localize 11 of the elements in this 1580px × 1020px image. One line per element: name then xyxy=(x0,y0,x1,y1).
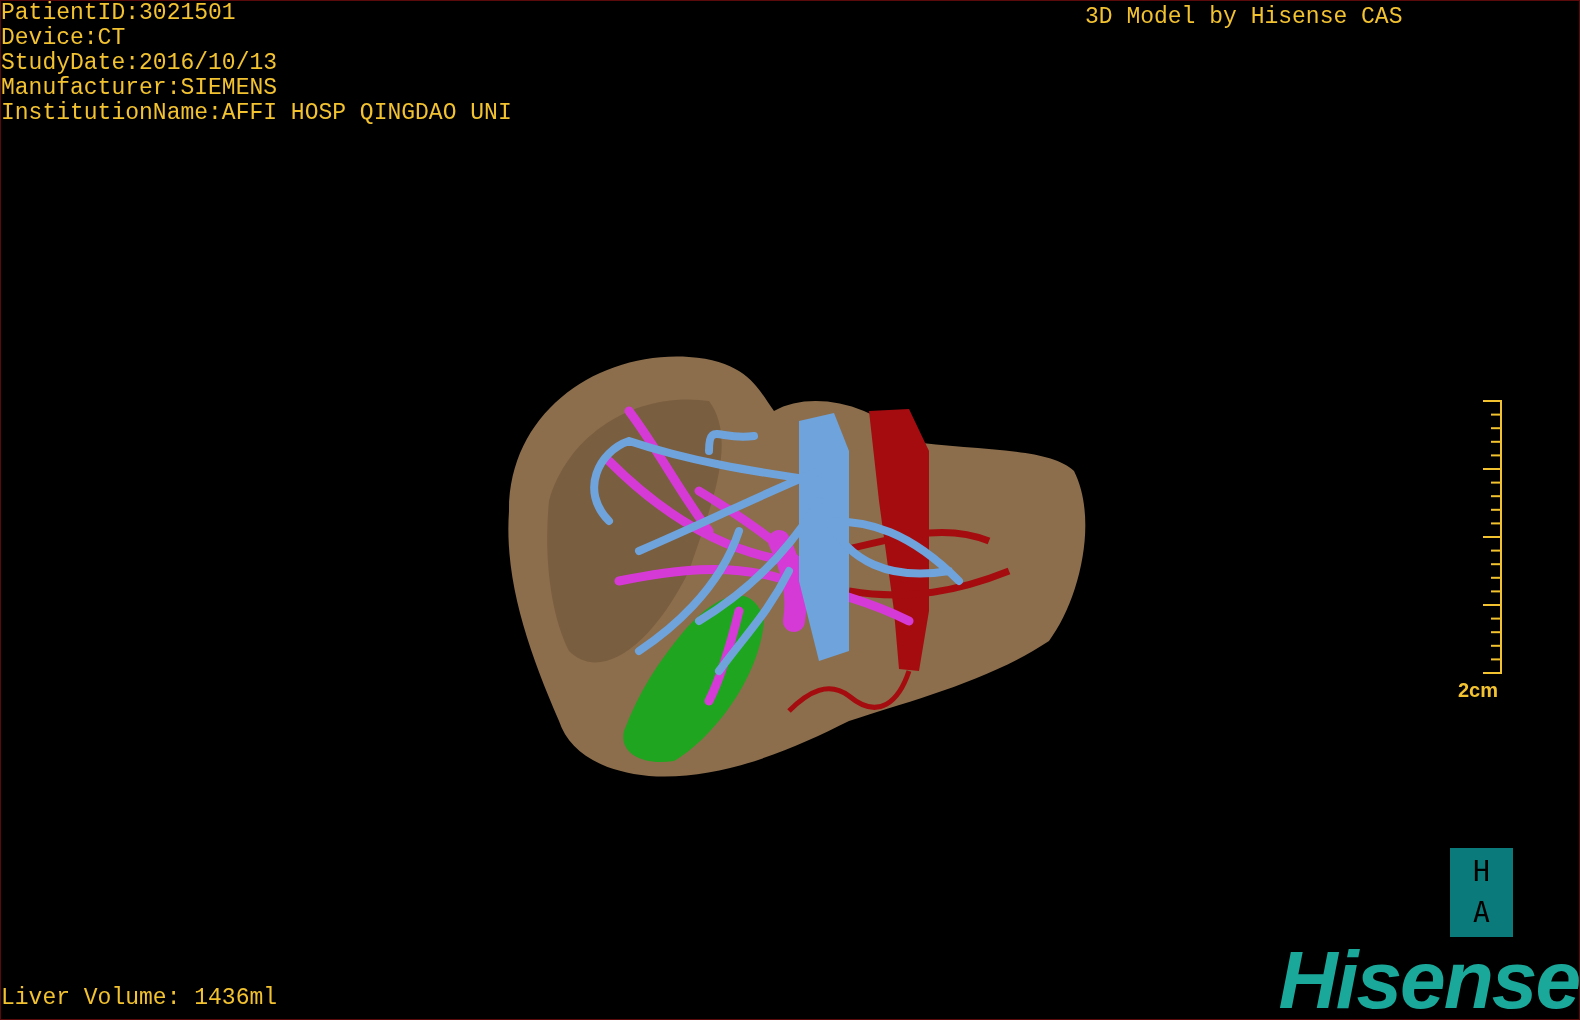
study-info-line: Device:CT xyxy=(1,26,127,51)
study-info-line: StudyDate:2016/10/13 xyxy=(1,51,279,76)
logo: Hisense xyxy=(1278,945,1579,1015)
study-info-line: PatientID:3021501 xyxy=(1,1,237,26)
study-info-line: Manufacturer:SIEMENS xyxy=(1,76,279,101)
study-info-line: InstitutionName:AFFI HOSP QINGDAO UNI xyxy=(1,101,512,126)
liver-volume: Liver Volume: 1436ml xyxy=(1,984,278,1012)
scale-label: 2cm xyxy=(1458,679,1498,701)
orientation-label: A xyxy=(1473,897,1490,928)
model-credit: 3D Model by Hisense CAS xyxy=(1085,3,1403,32)
orientation-label: H xyxy=(1473,857,1490,888)
